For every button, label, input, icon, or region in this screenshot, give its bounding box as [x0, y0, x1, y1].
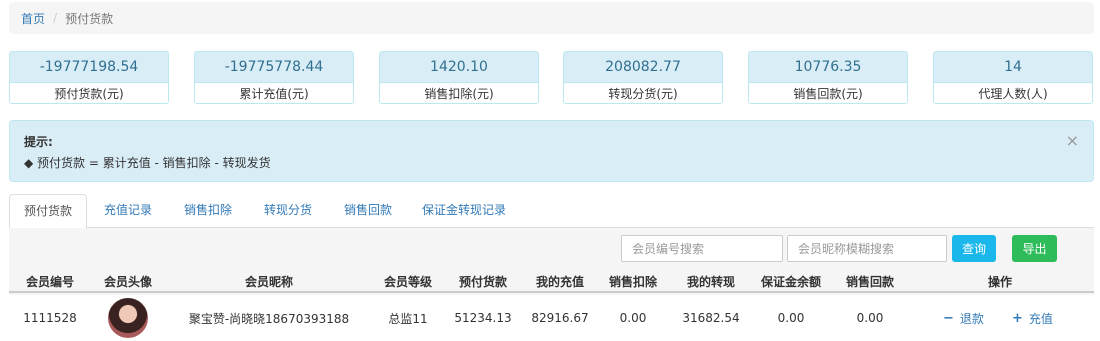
content-panel: 查询 导出 会员编号 会员头像 会员昵称 会员等级 预付货款 我的充值 销售扣除…: [9, 228, 1094, 341]
cell-sales-deduct: 0.00: [619, 311, 647, 325]
col-recharge: 我的充值: [535, 274, 584, 289]
tab-sales-deduct[interactable]: 销售扣除: [170, 194, 246, 228]
cell-nickname: 聚宝赞-尚晓晓18670393188: [188, 311, 350, 326]
stat-value: -19775778.44: [195, 52, 353, 83]
cell-recharge: 82916.67: [531, 311, 589, 325]
stat-sales-return: 10776.35 销售回款(元): [748, 51, 908, 104]
recharge-label: 充值: [1028, 311, 1053, 326]
col-withdraw: 我的转现: [686, 274, 735, 289]
cell-level: 总监11: [388, 311, 428, 326]
close-icon[interactable]: ×: [1066, 133, 1079, 149]
cell-member-no: 1111528: [23, 311, 77, 325]
breadcrumb-separator: /: [53, 11, 58, 25]
tab-withdraw[interactable]: 转现分货: [250, 194, 326, 228]
member-no-search-input[interactable]: [621, 235, 783, 262]
stat-prepay: -19777198.54 预付货款(元): [9, 51, 169, 104]
table-row: 1111528 聚宝赞-尚晓晓18670393188 总监11 51234.13…: [9, 295, 1094, 341]
stat-value: 14: [934, 52, 1092, 83]
col-member-no: 会员编号: [25, 274, 74, 289]
alert-title: 提示:: [24, 135, 53, 149]
stat-label: 预付货款(元): [10, 83, 168, 103]
stat-sales-deduct: 1420.10 销售扣除(元): [379, 51, 539, 104]
cell-avatar: [93, 295, 163, 341]
stat-label: 代理人数(人): [934, 83, 1092, 103]
export-button[interactable]: 导出: [1012, 235, 1057, 262]
stat-value: 208082.77: [564, 52, 722, 83]
refund-label: 退款: [959, 311, 984, 326]
col-nickname: 会员昵称: [244, 274, 293, 289]
tab-sales-return[interactable]: 销售回款: [330, 194, 406, 228]
stat-label: 转现分货(元): [564, 83, 722, 103]
stat-value: 10776.35: [749, 52, 907, 83]
cell-deposit-balance: 0.00: [777, 311, 805, 325]
tab-bar: 预付货款 充值记录 销售扣除 转现分货 销售回款 保证金转现记录: [9, 194, 1094, 229]
breadcrumb-home-link[interactable]: 首页: [21, 10, 45, 27]
col-sales-deduct: 销售扣除: [608, 274, 657, 289]
col-actions: 操作: [987, 274, 1012, 289]
breadcrumb-current: 预付货款: [65, 11, 114, 26]
cell-withdraw: 31682.54: [682, 311, 740, 325]
tab-deposit-withdraw-records[interactable]: 保证金转现记录: [408, 194, 520, 228]
minus-icon: −: [943, 310, 954, 326]
alert-text: ◆ 预付货款 = 累计充值 - 销售扣除 - 转现发货: [24, 156, 271, 170]
refund-button[interactable]: − 退款: [943, 295, 984, 341]
stat-label: 销售扣除(元): [380, 83, 538, 103]
col-level: 会员等级: [383, 274, 432, 289]
table-header: 会员编号 会员头像 会员昵称 会员等级 预付货款 我的充值 销售扣除 我的转现 …: [9, 271, 1094, 293]
stat-value: -19777198.54: [10, 52, 168, 83]
stat-value: 1420.10: [380, 52, 538, 83]
col-avatar: 会员头像: [103, 274, 152, 289]
stat-total-recharge: -19775778.44 累计充值(元): [194, 51, 354, 104]
stat-label: 累计充值(元): [195, 83, 353, 103]
stats-row: -19777198.54 预付货款(元) -19775778.44 累计充值(元…: [9, 51, 1094, 104]
col-deposit-balance: 保证金余额: [760, 274, 821, 289]
info-alert: 提示: ◆ 预付货款 = 累计充值 - 销售扣除 - 转现发货 ×: [9, 120, 1094, 182]
recharge-button[interactable]: + 充值: [1012, 295, 1053, 341]
col-prepay: 预付货款: [458, 274, 507, 289]
col-sales-return: 销售回款: [845, 274, 894, 289]
breadcrumb: 首页 / 预付货款: [9, 2, 1094, 34]
plus-icon: +: [1012, 310, 1023, 326]
nickname-search-input[interactable]: [787, 235, 947, 262]
cell-sales-return: 0.00: [856, 311, 884, 325]
avatar: [108, 298, 148, 338]
query-button[interactable]: 查询: [952, 235, 996, 262]
stat-agent-count: 14 代理人数(人): [933, 51, 1093, 104]
tab-prepay[interactable]: 预付货款: [9, 194, 88, 229]
stat-withdraw: 208082.77 转现分货(元): [563, 51, 723, 104]
cell-prepay: 51234.13: [454, 311, 512, 325]
tab-recharge-records[interactable]: 充值记录: [90, 194, 166, 228]
stat-label: 销售回款(元): [749, 83, 907, 103]
